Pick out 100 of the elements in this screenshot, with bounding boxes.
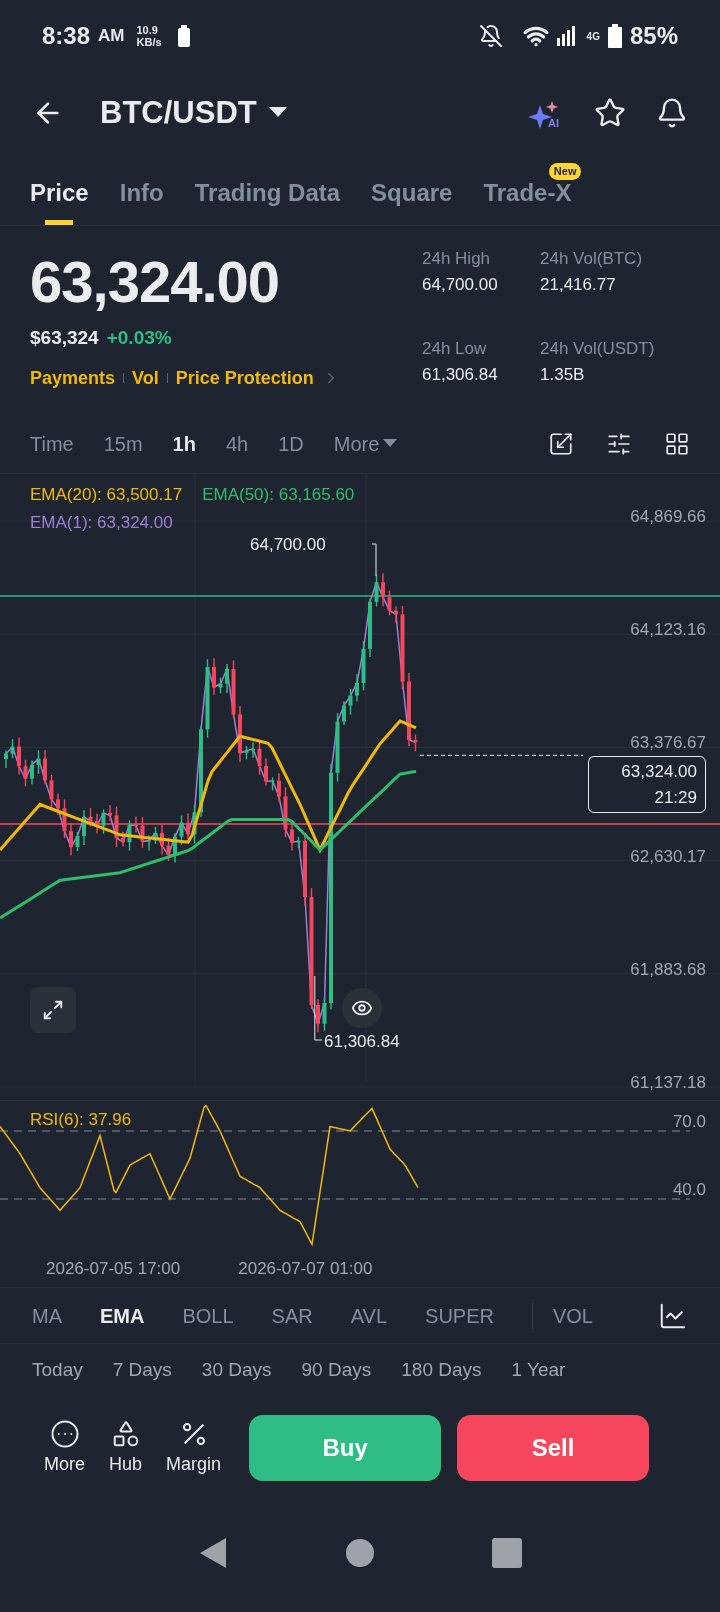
candle: [283, 786, 288, 839]
candle: [413, 734, 418, 752]
caret-icon[interactable]: [268, 107, 287, 119]
candle: [335, 712, 340, 783]
indicator-tab[interactable]: SAR: [271, 1300, 313, 1331]
clock-time: 8:38: [42, 21, 91, 51]
home-nav-icon[interactable]: [345, 1538, 375, 1568]
grid-icon[interactable]: [664, 430, 690, 457]
price-change: +0.03%: [106, 326, 172, 350]
visibility-button[interactable]: [342, 988, 382, 1028]
candle: [62, 798, 67, 839]
candle: [134, 815, 138, 834]
indicator-tab[interactable]: MA: [32, 1300, 62, 1331]
feature-link[interactable]: Payments: [30, 364, 116, 392]
interval-tab[interactable]: 1D: [278, 428, 304, 459]
price-axis-label: 63,376.67: [630, 732, 706, 755]
action-button[interactable]: More: [44, 1418, 85, 1478]
candle: [368, 598, 372, 658]
candle: [270, 776, 275, 792]
battery-percent: 85%: [629, 21, 678, 51]
candle-countdown: 21:29: [654, 786, 697, 809]
candle: [121, 831, 125, 847]
interval-tab[interactable]: 1h: [172, 428, 196, 459]
candle: [36, 749, 41, 775]
leader-line: [314, 975, 323, 1041]
indicator-tab[interactable]: AVL: [350, 1300, 388, 1331]
section-tab[interactable]: Square: [371, 175, 453, 225]
candle: [17, 736, 21, 776]
candle: [23, 759, 28, 787]
more-icon: [49, 1418, 80, 1449]
indicator-tab[interactable]: SUPER: [425, 1300, 494, 1331]
candle: [355, 673, 359, 703]
interval-tab[interactable]: 15m: [103, 428, 143, 459]
recents-nav-icon[interactable]: [491, 1538, 522, 1568]
action-button[interactable]: Hub: [109, 1418, 143, 1478]
high-price-label: 64,700.00: [250, 534, 326, 556]
leader-line: [371, 543, 377, 577]
battery-icon: [177, 25, 190, 47]
candle: [394, 605, 398, 624]
action-button[interactable]: Margin: [166, 1418, 222, 1478]
candle: [238, 705, 242, 763]
buy-button[interactable]: Buy: [249, 1415, 442, 1481]
candle: [114, 805, 119, 848]
notification-button[interactable]: [656, 97, 688, 129]
candle: [290, 822, 294, 852]
chart-settings-icon[interactable]: [606, 430, 632, 457]
indicator-tab[interactable]: BOLL: [182, 1300, 234, 1331]
indicator-tab[interactable]: VOL: [552, 1300, 593, 1331]
section-tab[interactable]: Trading Data: [194, 175, 341, 225]
favorite-button[interactable]: [594, 97, 626, 129]
candle: [277, 772, 281, 803]
period-label: Today: [32, 1358, 83, 1382]
more-intervals-dropdown[interactable]: More: [333, 428, 398, 459]
interval-tab[interactable]: 4h: [225, 428, 249, 459]
candle: [173, 832, 177, 864]
section-tab[interactable]: Price: [30, 175, 89, 225]
caret-icon: [383, 439, 398, 448]
stat-value: 61,306.84: [422, 363, 499, 386]
indicator-tab[interactable]: EMA: [100, 1300, 145, 1331]
time-axis-label: 2026-07-05 17:00: [46, 1257, 181, 1280]
mute-icon: [478, 24, 503, 48]
ai-button[interactable]: AI: [528, 95, 568, 131]
candle: [108, 804, 112, 822]
stat-value: 64,700.00: [422, 273, 499, 296]
rsi-label: RSI(6): 37.96: [30, 1109, 132, 1131]
candle: [69, 822, 73, 857]
period-label: 1 Year: [511, 1358, 566, 1382]
candle: [348, 688, 353, 716]
sell-button[interactable]: Sell: [457, 1415, 650, 1481]
candle: [374, 573, 379, 608]
candle: [381, 572, 385, 607]
candle: [296, 836, 301, 849]
candle: [10, 738, 15, 759]
candle: [361, 640, 366, 692]
feature-link[interactable]: Vol: [132, 364, 159, 392]
network-type: 4G: [586, 29, 600, 44]
section-tab[interactable]: Info: [119, 175, 164, 225]
back-nav-icon[interactable]: [198, 1536, 229, 1570]
candle: [387, 589, 392, 616]
resize-icon[interactable]: [548, 430, 574, 457]
candle: [56, 793, 60, 816]
stat-value: 21,416.77: [540, 273, 617, 296]
interval-tab[interactable]: Time: [30, 428, 74, 459]
candle: [101, 808, 106, 835]
candle: [251, 741, 255, 759]
pair-title[interactable]: BTC/USDT: [100, 89, 257, 137]
expand-icon: [42, 999, 64, 1021]
candle: [49, 774, 54, 809]
indicator-legend: EMA(1): 63,324.00: [30, 509, 355, 535]
network-speed-unit: KB/s: [136, 36, 162, 48]
candle: [43, 749, 47, 785]
candle: [82, 809, 86, 846]
feature-link[interactable]: Price Protection: [175, 364, 314, 392]
candle: [160, 823, 164, 856]
stat-label: 24h Vol(USDT): [540, 338, 656, 360]
fullscreen-button[interactable]: [30, 987, 76, 1033]
candle: [186, 812, 190, 840]
period-label: 90 Days: [301, 1358, 372, 1382]
indicator-legend: EMA(50): 63,165.60: [202, 482, 355, 508]
stat-value: 1.35B: [540, 363, 586, 386]
